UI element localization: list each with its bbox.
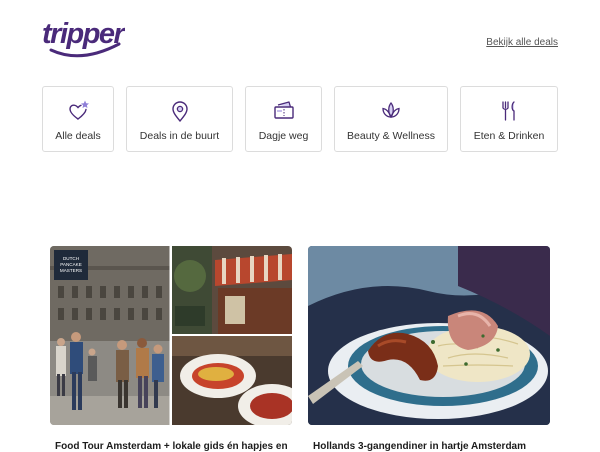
deal-card[interactable]: Hollands 3-gangendiner in hartje Amsterd… bbox=[308, 246, 550, 452]
header: tripper Bekijk alle deals bbox=[0, 0, 600, 80]
category-label: Alle deals bbox=[55, 130, 101, 142]
category-beauty-wellness[interactable]: Beauty & Wellness bbox=[334, 86, 448, 152]
svg-text:PANCAKE: PANCAKE bbox=[60, 262, 82, 267]
category-all-deals[interactable]: Alle deals bbox=[42, 86, 114, 152]
tripper-logo[interactable]: tripper bbox=[41, 16, 125, 64]
tickets-icon bbox=[272, 99, 296, 123]
location-pin-icon bbox=[168, 99, 192, 123]
svg-text:MASTERS: MASTERS bbox=[60, 268, 82, 273]
svg-text:tripper: tripper bbox=[42, 18, 125, 50]
category-food-drinks[interactable]: Eten & Drinken bbox=[460, 86, 558, 152]
category-label: Dagje weg bbox=[258, 130, 309, 142]
category-label: Deals in de buurt bbox=[139, 130, 220, 142]
deal-card[interactable]: DUTCH PANCAKE MASTERS Food Tour Amsterda… bbox=[50, 246, 292, 452]
svg-text:DUTCH: DUTCH bbox=[63, 256, 79, 261]
deal-title[interactable]: Food Tour Amsterdam + lokale gids én hap… bbox=[55, 441, 291, 452]
deal-image-dutch-dinner bbox=[308, 246, 550, 425]
lotus-icon bbox=[379, 99, 403, 123]
category-day-out[interactable]: Dagje weg bbox=[245, 86, 322, 152]
deal-image-food-tour: DUTCH PANCAKE MASTERS bbox=[50, 246, 292, 425]
category-deals-nearby[interactable]: Deals in de buurt bbox=[126, 86, 233, 152]
heart-star-icon bbox=[66, 99, 90, 123]
deal-title[interactable]: Hollands 3-gangendiner in hartje Amsterd… bbox=[313, 441, 549, 452]
tripper-logo-graphic: tripper bbox=[42, 18, 125, 58]
category-label: Eten & Drinken bbox=[473, 130, 545, 142]
cutlery-icon bbox=[497, 99, 521, 123]
category-label: Beauty & Wellness bbox=[347, 130, 435, 142]
all-deals-link[interactable]: Bekijk alle deals bbox=[486, 37, 558, 48]
